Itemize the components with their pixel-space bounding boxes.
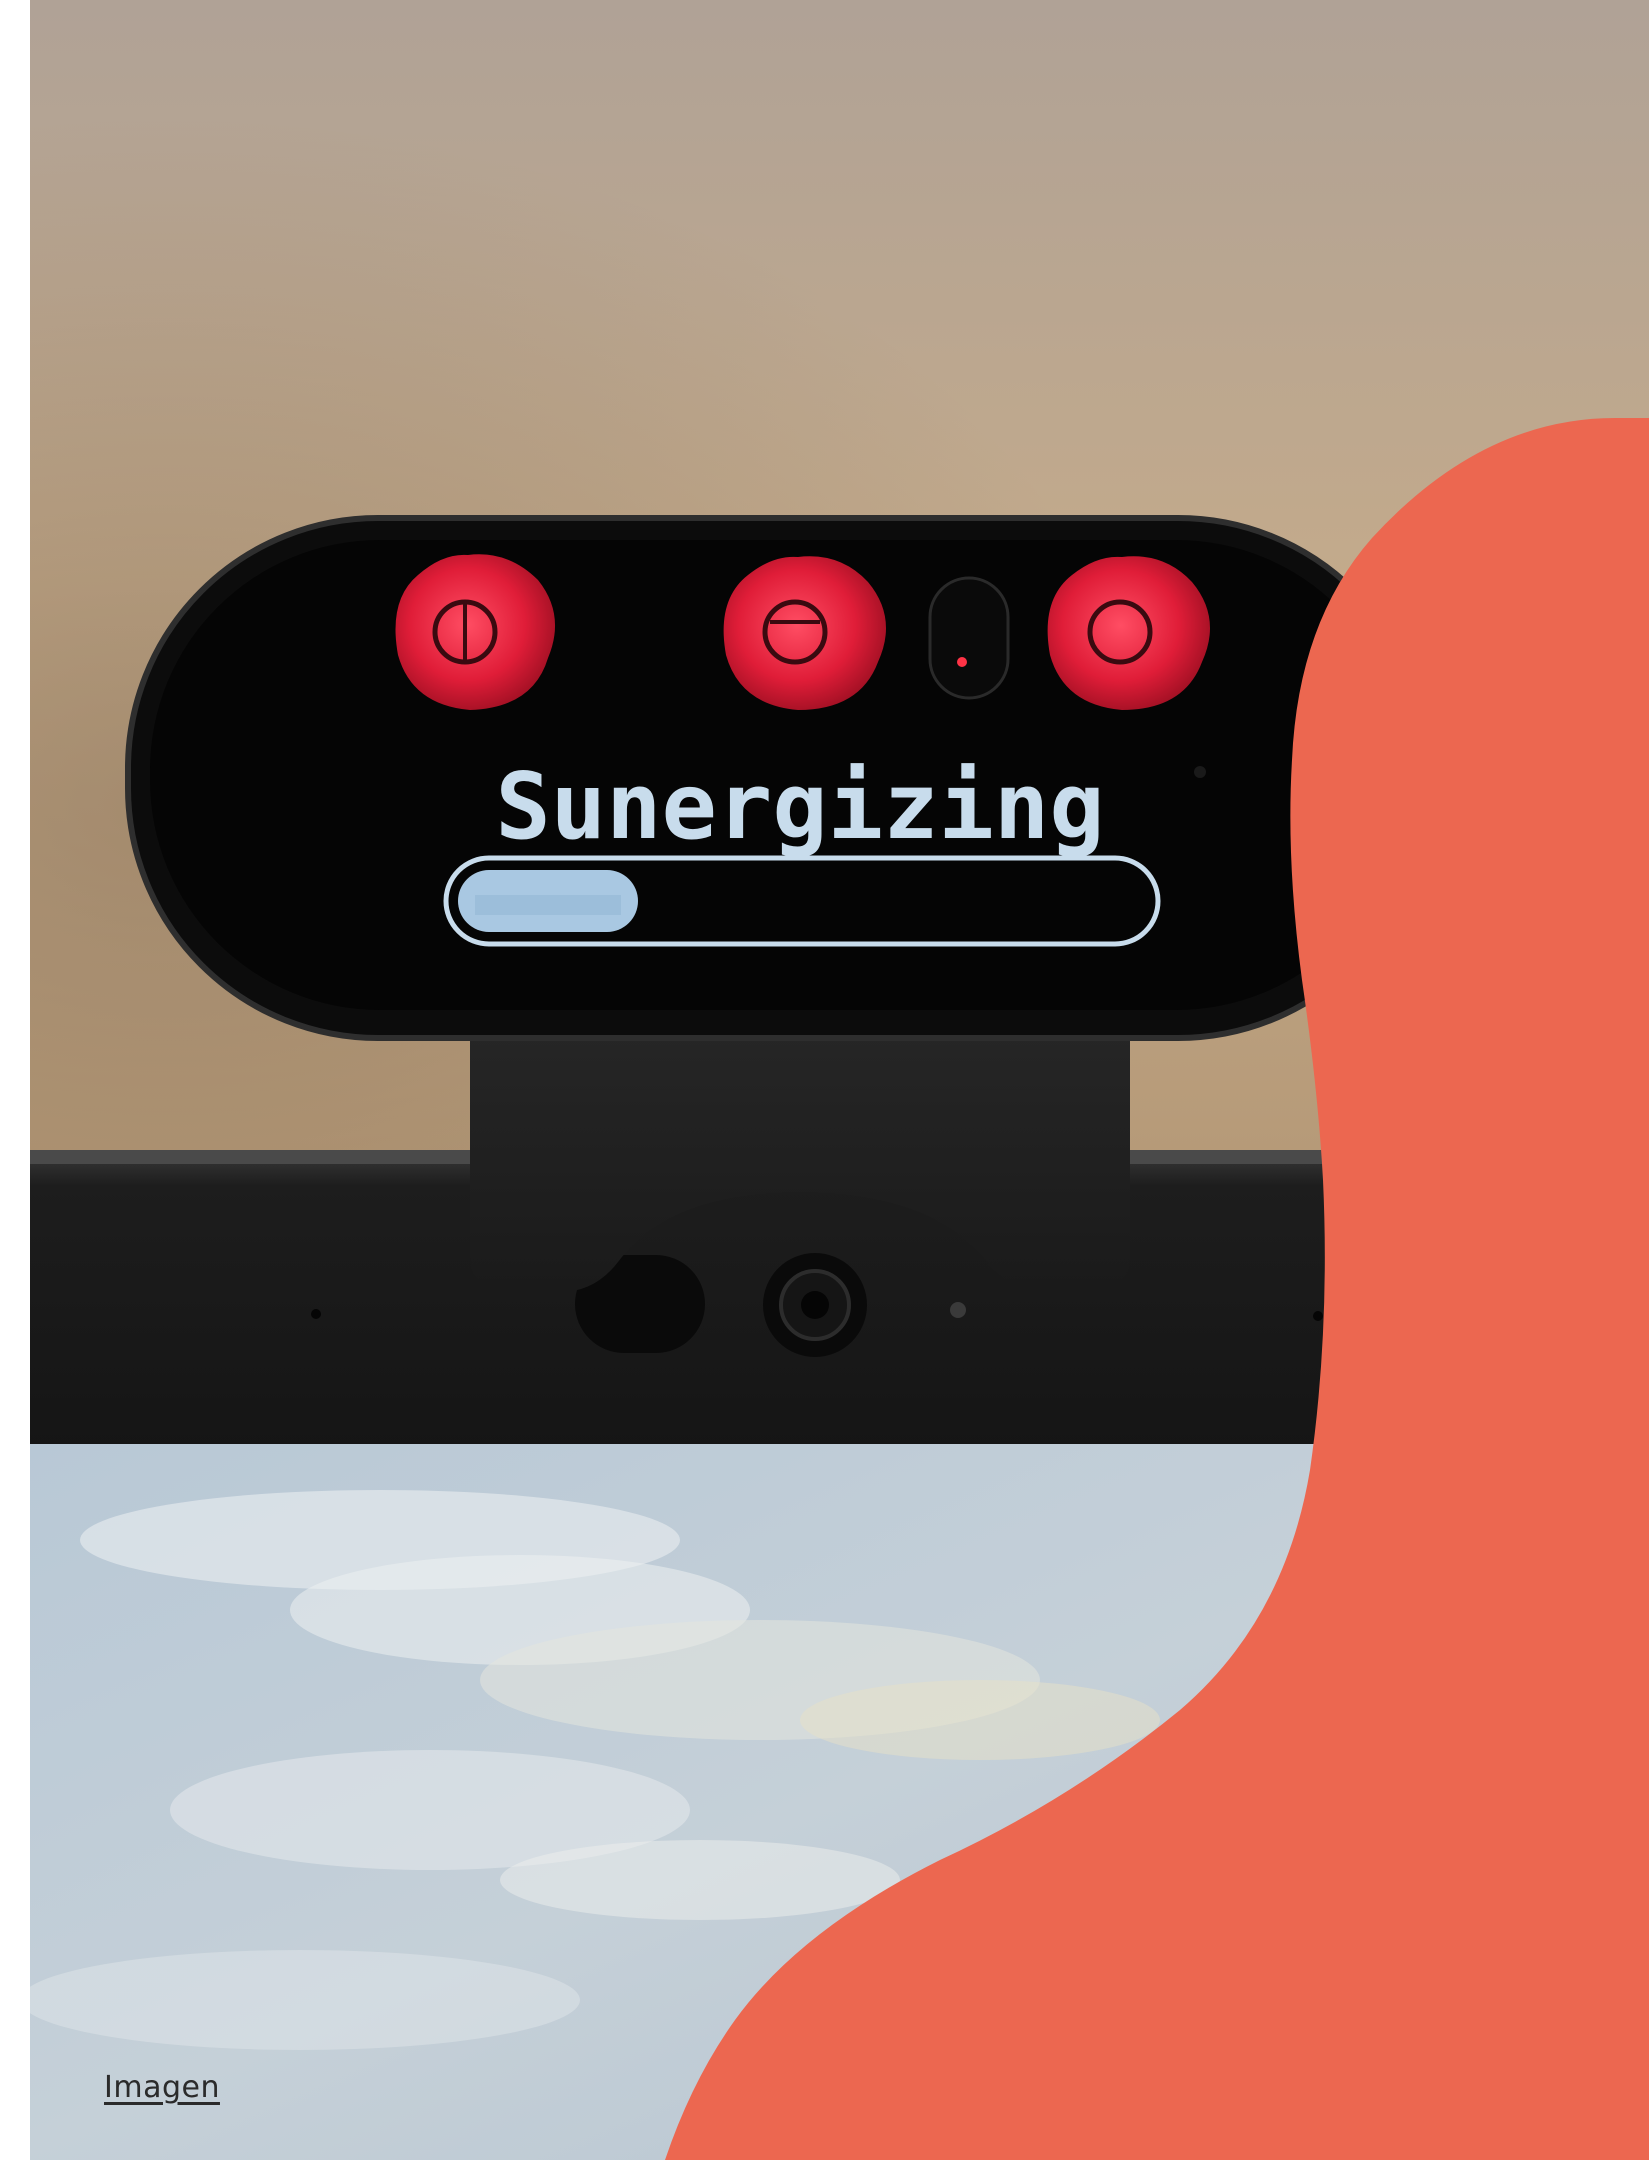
sensor-window [928, 576, 1010, 700]
photo: Sunergizing [0, 0, 1649, 2160]
webcam-device-scene: Sunergizing [0, 0, 1649, 2160]
tactile-button-icon [395, 554, 556, 710]
page-margin [0, 0, 30, 2160]
tactile-button-icon [723, 556, 886, 710]
tactile-button-icon [1047, 556, 1210, 710]
image-credit-link[interactable]: Imagen [104, 2070, 220, 2105]
device-status-text: Sunergizing [495, 753, 1104, 860]
